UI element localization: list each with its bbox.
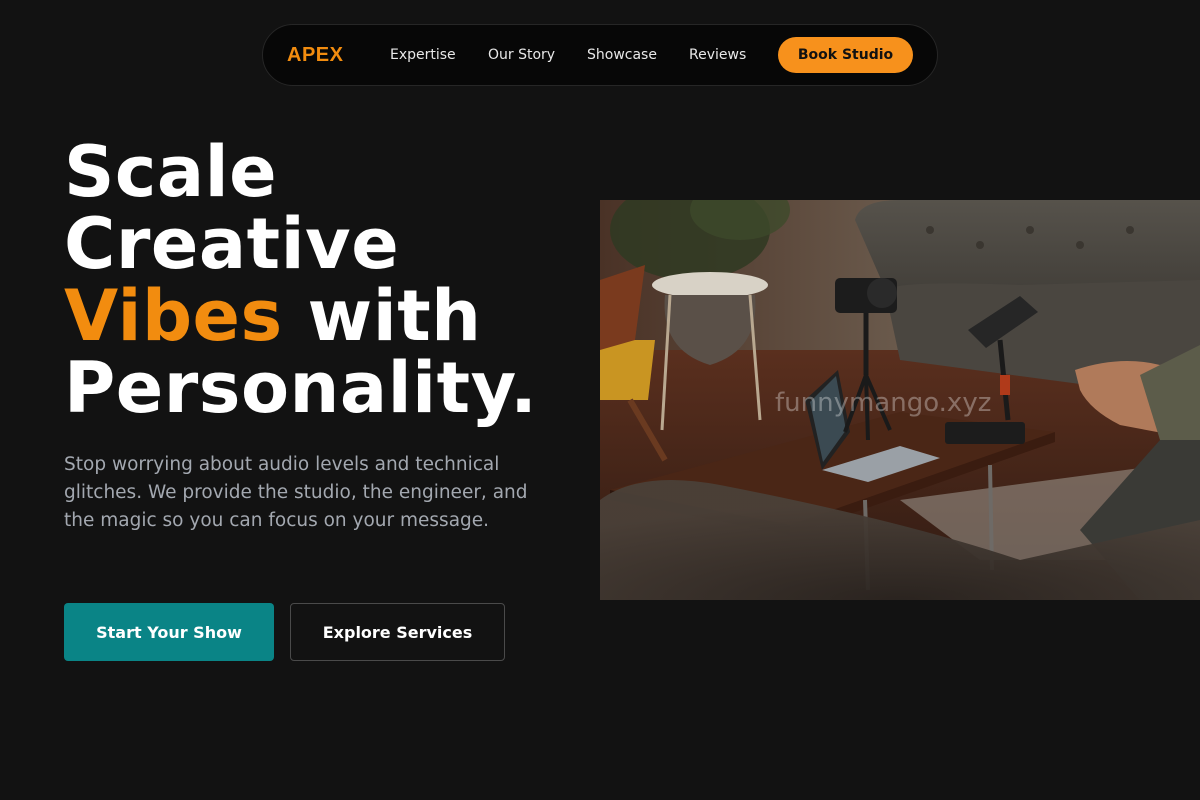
studio-photo: funnymango.xyz — [600, 200, 1200, 600]
nav-link-expertise[interactable]: Expertise — [390, 25, 456, 85]
hero-headline: Scale Creative Vibes with Personality. — [64, 136, 584, 424]
headline-accent-word: Vibes — [64, 275, 283, 357]
nav-link-showcase[interactable]: Showcase — [587, 25, 657, 85]
nav-link-our-story[interactable]: Our Story — [488, 25, 555, 85]
brand-logo[interactable]: APEX — [287, 25, 343, 85]
image-watermark: funnymango.xyz — [775, 388, 992, 418]
headline-line-3: Vibes with — [64, 280, 584, 352]
nav-link-reviews[interactable]: Reviews — [689, 25, 746, 85]
headline-line-3-rest: with — [282, 275, 482, 357]
hero-subtitle: Stop worrying about audio levels and tec… — [64, 454, 528, 531]
headline-line-1: Scale — [64, 131, 278, 213]
headline-line-2: Creative — [64, 203, 400, 285]
start-your-show-button[interactable]: Start Your Show — [64, 603, 274, 661]
explore-services-button[interactable]: Explore Services — [290, 603, 505, 661]
headline-line-4: Personality. — [64, 347, 538, 429]
top-navigation: APEX Expertise Our Story Showcase Review… — [262, 24, 938, 86]
book-studio-button[interactable]: Book Studio — [778, 37, 913, 73]
